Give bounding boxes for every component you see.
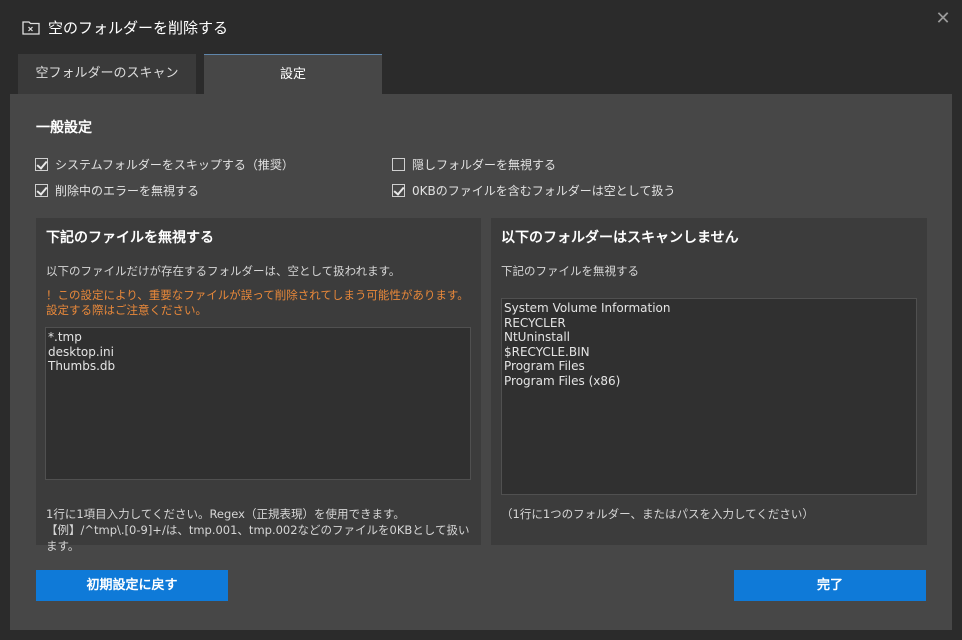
ignore-file-entry: *.tmp: [48, 330, 82, 344]
reset-defaults-button[interactable]: 初期設定に戻す: [36, 570, 228, 601]
skip-folder-entry: Program Files (x86): [504, 373, 621, 388]
zero-kb-as-empty-checkbox[interactable]: [392, 183, 405, 197]
skip-folders-card: 以下のフォルダーはスキャンしません 下記のファイルを無視する System Vo…: [491, 218, 927, 545]
ignore-hidden-folders-option[interactable]: 隠しフォルダーを無視する: [392, 155, 556, 173]
title-bar: 空のフォルダーを削除する ✕: [0, 0, 962, 54]
ignore-files-help: 1行に1項目入力してください。Regex（正規表現）を使用できます。【例】/^t…: [46, 507, 470, 553]
zero-kb-as-empty-option[interactable]: 0KBのファイルを含むフォルダーは空として扱う: [392, 181, 675, 199]
general-settings-title: 一般設定: [36, 120, 92, 136]
ignore-hidden-folders-checkbox[interactable]: [392, 157, 405, 171]
ignore-errors-label: 削除中のエラーを無視する: [55, 183, 200, 198]
zero-kb-as-empty-label: 0KBのファイルを含むフォルダーは空として扱う: [412, 183, 676, 198]
skip-system-folders-checkbox[interactable]: [35, 157, 48, 171]
ignore-files-card: 下記のファイルを無視する 以下のファイルだけが存在するフォルダーは、空として扱わ…: [36, 218, 481, 553]
ignore-hidden-folders-label: 隠しフォルダーを無視する: [412, 157, 557, 172]
ignore-errors-checkbox[interactable]: [35, 183, 48, 197]
skip-system-folders-option[interactable]: システムフォルダーをスキップする（推奨）: [35, 155, 294, 173]
ignore-files-description: 以下のファイルだけが存在するフォルダーは、空として扱われます。: [46, 264, 401, 278]
skip-folder-entry: NtUninstall: [504, 330, 570, 344]
ignore-file-entry: Thumbs.db: [48, 359, 116, 373]
ignore-file-entry: desktop.ini: [48, 344, 114, 359]
skip-folder-entry: RECYCLER: [504, 315, 566, 330]
folder-delete-icon: [22, 21, 40, 35]
skip-system-folders-label: システムフォルダーをスキップする（推奨）: [55, 157, 294, 172]
close-icon[interactable]: ✕: [933, 9, 953, 29]
tab-settings[interactable]: 設定: [204, 54, 382, 94]
skip-folder-entry: $RECYCLE.BIN: [504, 344, 590, 359]
tab-scan[interactable]: 空フォルダーのスキャン: [18, 54, 196, 94]
skip-folders-help: （1行に1つのフォルダー、またはパスを入力してください）: [501, 507, 814, 521]
skip-folder-entry: System Volume Information: [504, 301, 671, 315]
skip-folders-title: 以下のフォルダーはスキャンしません: [501, 230, 739, 246]
skip-folder-entry: Program Files: [504, 359, 585, 373]
ignore-errors-option[interactable]: 削除中のエラーを無視する: [35, 181, 199, 199]
window-title: 空のフォルダーを削除する: [48, 19, 229, 37]
skip-folders-textarea[interactable]: System Volume Information RECYCLER NtUni…: [501, 298, 917, 495]
ignore-files-warning: ！この設定により、重要なファイルが誤って削除されてしまう可能性があります。設定す…: [46, 288, 469, 317]
done-button[interactable]: 完了: [734, 570, 926, 601]
skip-folders-description: 下記のファイルを無視する: [501, 264, 639, 278]
ignore-files-textarea[interactable]: *.tmp desktop.ini Thumbs.db: [45, 327, 471, 480]
ignore-files-title: 下記のファイルを無視する: [46, 230, 214, 246]
